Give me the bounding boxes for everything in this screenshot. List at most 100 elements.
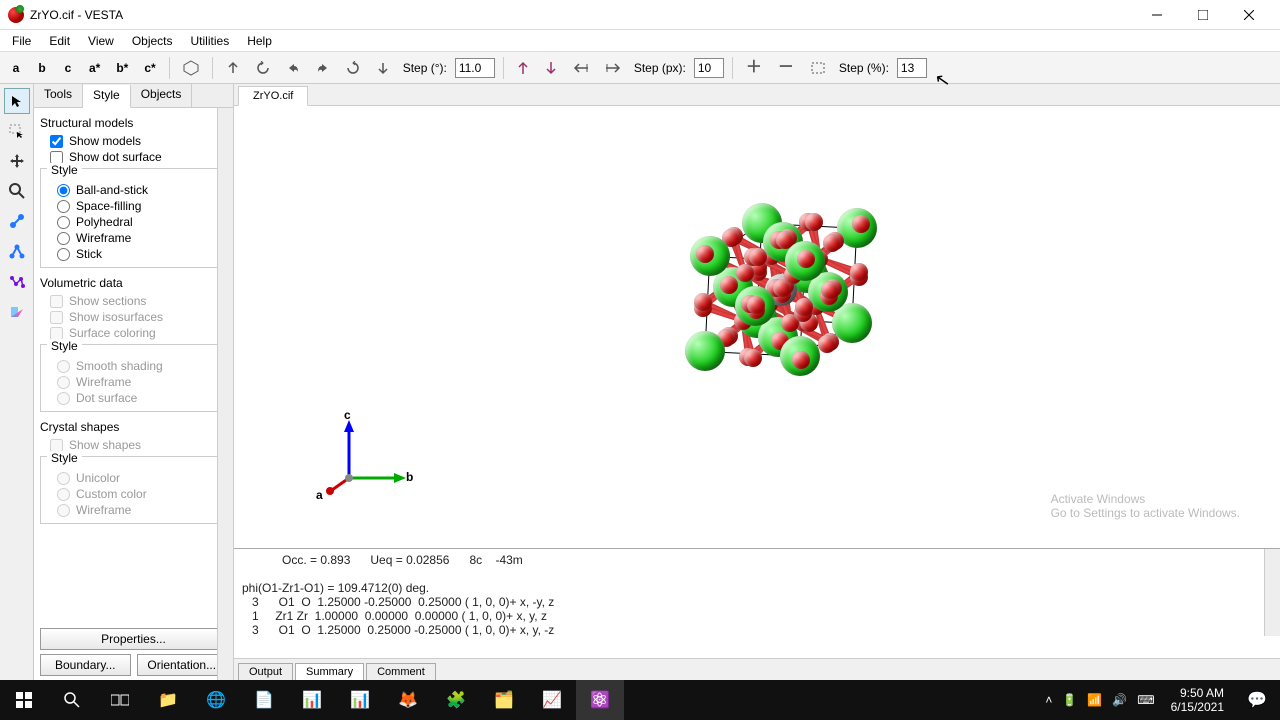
- perspective-icon[interactable]: [178, 57, 204, 79]
- maximize-button[interactable]: [1180, 0, 1226, 30]
- start-button[interactable]: [0, 680, 48, 720]
- fit-icon[interactable]: [805, 57, 831, 79]
- step-px-input[interactable]: [694, 58, 724, 78]
- axis-bstar-button[interactable]: b*: [111, 57, 133, 79]
- menu-objects[interactable]: Objects: [124, 32, 181, 50]
- console-tab-summary[interactable]: Summary: [295, 663, 364, 681]
- menu-help[interactable]: Help: [239, 32, 280, 50]
- taskview-icon[interactable]: [96, 680, 144, 720]
- firefox-icon[interactable]: 🦊: [384, 680, 432, 720]
- notifications-icon[interactable]: 💬: [1234, 680, 1280, 720]
- smooth-shading-label: Smooth shading: [76, 359, 163, 373]
- rotate-up-icon[interactable]: [221, 57, 245, 79]
- powerpoint-icon[interactable]: 📊: [288, 680, 336, 720]
- ball-stick-radio[interactable]: [57, 184, 70, 197]
- show-models-label: Show models: [69, 134, 141, 148]
- edge-icon[interactable]: 🌐: [192, 680, 240, 720]
- menu-bar: File Edit View Objects Utilities Help: [0, 30, 1280, 52]
- tray-volume-icon[interactable]: 🔊: [1112, 693, 1127, 707]
- distance-tool[interactable]: [4, 208, 30, 234]
- rotate-ccw-icon[interactable]: [251, 57, 275, 79]
- axis-c-label: c: [344, 408, 351, 422]
- redo-icon[interactable]: [311, 57, 335, 79]
- menu-utilities[interactable]: Utilities: [183, 32, 238, 50]
- wireframe-radio[interactable]: [57, 232, 70, 245]
- boundary-button[interactable]: Boundary...: [40, 654, 131, 676]
- file-tab[interactable]: ZrYO.cif: [238, 86, 308, 106]
- console-tab-output[interactable]: Output: [238, 663, 293, 681]
- show-shapes-checkbox: [50, 439, 63, 452]
- vol-wireframe-label: Wireframe: [76, 375, 131, 389]
- output-console[interactable]: Occ. = 0.893 Ueq = 0.02856 8c -43m phi(O…: [234, 548, 1280, 658]
- search-icon[interactable]: [48, 680, 96, 720]
- explorer-icon[interactable]: 📁: [144, 680, 192, 720]
- plane-tool[interactable]: [4, 298, 30, 324]
- properties-button[interactable]: Properties...: [40, 628, 227, 650]
- tray-chevron-icon[interactable]: ˄: [1045, 693, 1052, 707]
- step-pct-input[interactable]: [897, 58, 927, 78]
- tray-battery-icon[interactable]: 🔋: [1062, 693, 1077, 707]
- activate-windows-watermark: Activate Windows Go to Settings to activ…: [1051, 492, 1240, 520]
- show-shapes-label: Show shapes: [69, 438, 141, 452]
- magnify-tool[interactable]: [4, 178, 30, 204]
- pointer-tool[interactable]: [4, 88, 30, 114]
- polyhedral-radio[interactable]: [57, 216, 70, 229]
- rotate-cw-icon[interactable]: [341, 57, 365, 79]
- step-px-label: Step (px):: [632, 61, 688, 75]
- smooth-shading-radio: [57, 360, 70, 373]
- translate-left-icon[interactable]: [568, 57, 594, 79]
- minimize-button[interactable]: [1134, 0, 1180, 30]
- menu-view[interactable]: View: [80, 32, 122, 50]
- show-sections-label: Show sections: [69, 294, 146, 308]
- close-button[interactable]: [1226, 0, 1272, 30]
- windows-taskbar[interactable]: 📁 🌐 📄 📊 📊 🦊 🧩 🗂️ 📈 ⚛️ ˄ 🔋 📶 🔊 ⌨ 9:50 AM …: [0, 680, 1280, 720]
- console-tab-comment[interactable]: Comment: [366, 663, 436, 681]
- axis-c-button[interactable]: c: [58, 57, 78, 79]
- show-sections-checkbox: [50, 295, 63, 308]
- undo-icon[interactable]: [281, 57, 305, 79]
- vol-dotsurface-label: Dot surface: [76, 391, 137, 405]
- custom-color-radio: [57, 488, 70, 501]
- translate-down-icon[interactable]: [540, 57, 562, 79]
- show-dot-surface-checkbox[interactable]: [50, 151, 63, 164]
- axis-a-button[interactable]: a: [6, 57, 26, 79]
- step-deg-label: Step (°):: [401, 61, 449, 75]
- tab-style[interactable]: Style: [83, 85, 131, 108]
- excel-icon[interactable]: 📊: [336, 680, 384, 720]
- translate-up-icon[interactable]: [512, 57, 534, 79]
- volumetric-label: Volumetric data: [40, 276, 227, 290]
- taskbar-clock[interactable]: 9:50 AM 6/15/2021: [1161, 686, 1234, 715]
- word-icon[interactable]: 📄: [240, 680, 288, 720]
- zoom-out-icon[interactable]: －: [773, 57, 799, 79]
- axis-astar-button[interactable]: a*: [84, 57, 105, 79]
- tray-keyboard-icon[interactable]: ⌨: [1137, 693, 1154, 707]
- app1-icon[interactable]: 🧩: [432, 680, 480, 720]
- axis-b-button[interactable]: b: [32, 57, 52, 79]
- translate-right-icon[interactable]: [600, 57, 626, 79]
- dihedral-tool[interactable]: [4, 268, 30, 294]
- tab-tools[interactable]: Tools: [34, 84, 83, 107]
- tray-wifi-icon[interactable]: 📶: [1087, 693, 1102, 707]
- side-scrollbar[interactable]: [217, 108, 233, 680]
- orientation-button[interactable]: Orientation...: [137, 654, 228, 676]
- stick-label: Stick: [76, 247, 102, 261]
- unicolor-label: Unicolor: [76, 471, 120, 485]
- zoom-in-icon[interactable]: ＋: [741, 57, 767, 79]
- axis-cstar-button[interactable]: c*: [139, 57, 160, 79]
- tab-objects[interactable]: Objects: [131, 84, 193, 107]
- select-tool[interactable]: [4, 118, 30, 144]
- menu-edit[interactable]: Edit: [41, 32, 78, 50]
- step-deg-input[interactable]: [455, 58, 495, 78]
- vesta-taskbar-icon[interactable]: ⚛️: [576, 680, 624, 720]
- space-filling-radio[interactable]: [57, 200, 70, 213]
- 3d-viewport[interactable]: c b a Activate Windows Go to Settings to…: [234, 106, 1280, 548]
- app2-icon[interactable]: 🗂️: [480, 680, 528, 720]
- app3-icon[interactable]: 📈: [528, 680, 576, 720]
- console-scrollbar[interactable]: [1264, 549, 1280, 636]
- show-models-checkbox[interactable]: [50, 135, 63, 148]
- move-tool[interactable]: [4, 148, 30, 174]
- menu-file[interactable]: File: [4, 32, 39, 50]
- rotate-down-icon[interactable]: [371, 57, 395, 79]
- stick-radio[interactable]: [57, 248, 70, 261]
- angle-tool[interactable]: [4, 238, 30, 264]
